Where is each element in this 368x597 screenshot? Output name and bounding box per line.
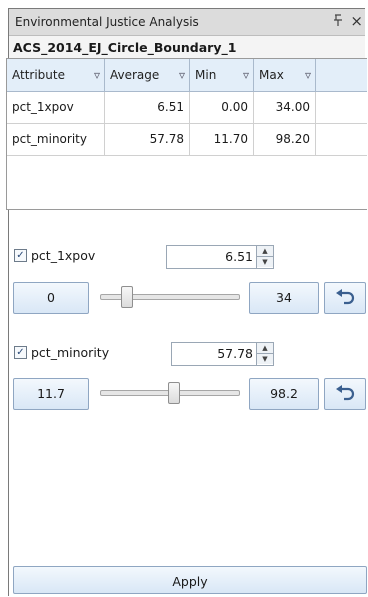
filter-icon[interactable]: ▿ <box>179 59 185 91</box>
cell-max: 98.20 <box>254 124 316 155</box>
cell-min: 11.70 <box>190 124 254 155</box>
statistics-table: Attribute ▿ Average ▿ Min ▿ Max ▿ pct_1xpov … <box>6 58 367 210</box>
max-button[interactable]: 34 <box>249 282 319 314</box>
filter-icon[interactable]: ▿ <box>243 59 249 91</box>
checkbox-pct-1xpov[interactable]: ✓ <box>14 249 27 262</box>
value-spinner[interactable]: 57.78 ▲ ▼ <box>171 342 274 366</box>
panel-title: Environmental Justice Analysis <box>15 15 199 29</box>
apply-button[interactable]: Apply <box>13 566 367 594</box>
table-row[interactable]: pct_1xpov 6.51 0.00 34.00 <box>7 92 367 124</box>
column-header-average[interactable]: Average ▿ <box>105 59 190 91</box>
cell-average: 57.78 <box>105 124 190 155</box>
spin-down-icon[interactable]: ▼ <box>257 256 273 267</box>
column-header-attribute[interactable]: Attribute ▿ <box>7 59 105 91</box>
cell-attribute: pct_minority <box>7 124 105 155</box>
filter-icon[interactable]: ▿ <box>94 59 100 91</box>
range-slider-thumb[interactable] <box>121 286 134 308</box>
cell-min: 0.00 <box>190 92 254 123</box>
filter-label: pct_1xpov <box>31 248 96 263</box>
column-header-max[interactable]: Max ▿ <box>254 59 316 91</box>
column-header-min[interactable]: Min ▿ <box>190 59 254 91</box>
pin-icon[interactable] <box>333 14 343 31</box>
min-button[interactable]: 0 <box>13 282 89 314</box>
checkbox-pct-minority[interactable]: ✓ <box>14 346 27 359</box>
spin-up-icon[interactable]: ▲ <box>257 343 273 353</box>
filter-icon[interactable]: ▿ <box>305 59 311 91</box>
cell-average: 6.51 <box>105 92 190 123</box>
spin-down-icon[interactable]: ▼ <box>257 353 273 364</box>
max-button[interactable]: 98.2 <box>249 378 319 410</box>
spin-up-icon[interactable]: ▲ <box>257 246 273 256</box>
table-header: Attribute ▿ Average ▿ Min ▿ Max ▿ <box>7 59 367 92</box>
column-header-spacer <box>316 59 367 91</box>
value-spinner[interactable]: 6.51 ▲ ▼ <box>166 245 274 269</box>
undo-icon[interactable] <box>324 282 366 314</box>
filter-label: pct_minority <box>31 345 110 360</box>
cell-max: 34.00 <box>254 92 316 123</box>
cell-attribute: pct_1xpov <box>7 92 105 123</box>
spinner-value: 6.51 <box>225 249 253 264</box>
range-slider-thumb[interactable] <box>168 382 181 404</box>
close-icon[interactable]: × <box>350 12 363 30</box>
min-button[interactable]: 11.7 <box>13 378 89 410</box>
spinner-value: 57.78 <box>217 346 253 361</box>
table-row[interactable]: pct_minority 57.78 11.70 98.20 <box>7 124 367 156</box>
panel-titlebar: Environmental Justice Analysis × <box>9 9 365 36</box>
undo-icon[interactable] <box>324 378 366 410</box>
